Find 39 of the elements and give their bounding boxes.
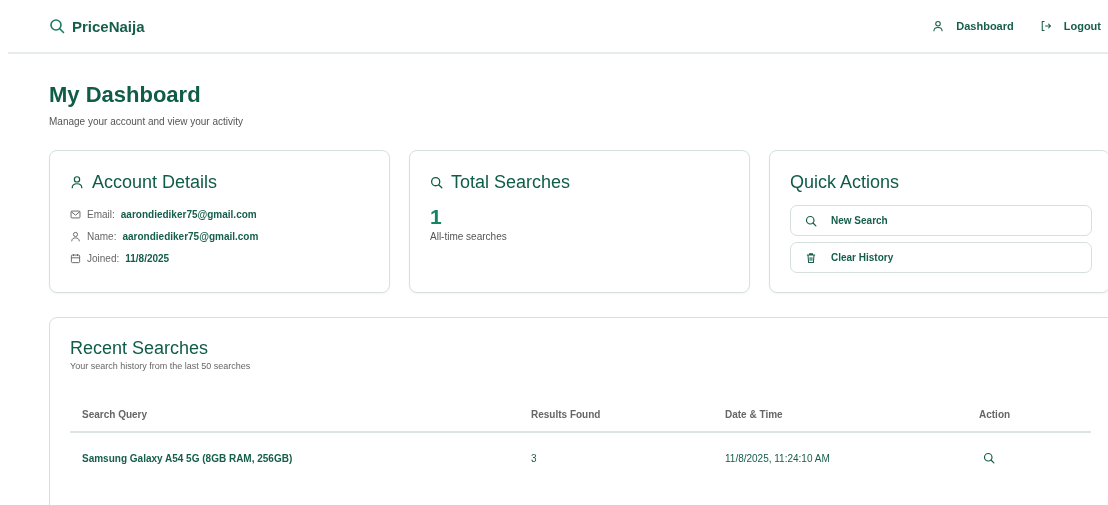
section-title: Recent Searches bbox=[70, 338, 210, 359]
field-value: 11/8/2025 bbox=[125, 253, 170, 264]
nav-link[interactable]: Dashboard bbox=[932, 20, 1014, 32]
user-icon bbox=[70, 175, 84, 189]
field-label: Joined: bbox=[87, 253, 120, 264]
column-header: Action bbox=[979, 408, 1011, 420]
user-icon bbox=[932, 20, 945, 32]
table-cell: 11/8/2025, 11:24:10 AM bbox=[725, 452, 830, 464]
page-subtitle: Manage your account and view your activity bbox=[49, 116, 244, 127]
column-header: Results Found bbox=[531, 408, 601, 420]
card-title: Account Details bbox=[92, 171, 218, 193]
column-header: Date & Time bbox=[725, 408, 783, 420]
mail-icon bbox=[70, 209, 81, 220]
search-icon bbox=[49, 18, 65, 34]
page-title: My Dashboard bbox=[49, 82, 202, 108]
table-cell: 3 bbox=[531, 452, 537, 464]
table-cell: Samsung Galaxy A54 5G (8GB RAM, 256GB) bbox=[82, 452, 293, 464]
calendar-icon bbox=[70, 253, 81, 264]
card-title: Quick Actions bbox=[790, 171, 900, 193]
nav-link[interactable]: Logout bbox=[1039, 20, 1101, 32]
column-header: Search Query bbox=[82, 408, 148, 420]
search-count: 1 bbox=[430, 205, 443, 229]
field-label: Email: bbox=[87, 209, 115, 220]
field-value: aarondiediker75@gmail.com bbox=[122, 231, 259, 242]
search-icon bbox=[805, 214, 817, 227]
search-icon bbox=[983, 452, 995, 464]
field-value: aarondiediker75@gmail.com bbox=[120, 209, 257, 220]
count-caption: All-time searches bbox=[430, 231, 508, 242]
brand-name[interactable]: PriceNaija bbox=[72, 17, 145, 35]
user-icon bbox=[70, 231, 81, 242]
action-button[interactable]: New Search bbox=[790, 205, 1092, 236]
logout-icon bbox=[1039, 20, 1052, 32]
field-label: Name: bbox=[87, 231, 117, 242]
card-title: Total Searches bbox=[451, 171, 571, 193]
trash-icon bbox=[805, 251, 817, 264]
view-button[interactable] bbox=[983, 452, 995, 464]
section-subtitle: Your search history from the last 50 searches bbox=[70, 361, 252, 371]
search-icon bbox=[430, 175, 443, 189]
action-button[interactable]: Clear History bbox=[790, 242, 1092, 273]
